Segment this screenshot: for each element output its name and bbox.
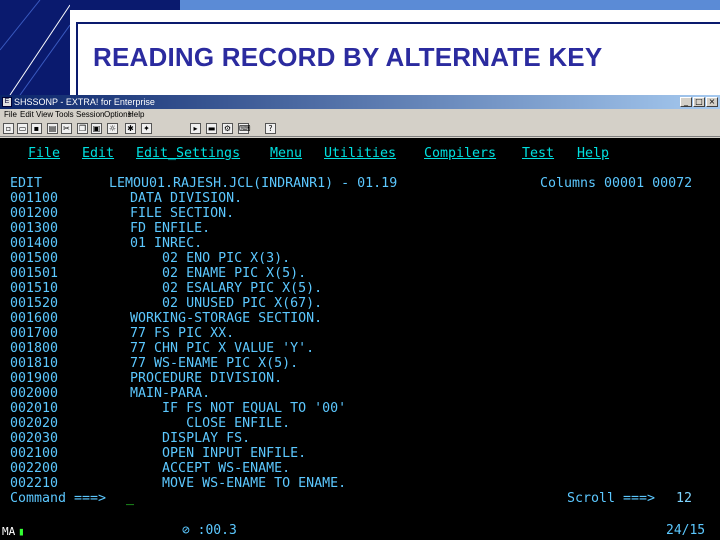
window-menubar: File Edit View Tools Session Options Hel… [0, 109, 720, 121]
menu-edit[interactable]: Edit [20, 109, 34, 121]
slide-header: READING RECORD BY ALTERNATE KEY [0, 0, 720, 95]
code-line-text[interactable]: MOVE WS-ENAME TO ENAME. [90, 476, 346, 491]
terminal-screen[interactable]: File Edit Edit_Settings Menu Utilities C… [0, 138, 720, 523]
line-number[interactable]: 001600 [10, 311, 58, 326]
code-line-text[interactable]: 02 ENAME PIC X(5). [90, 266, 306, 281]
menu-file[interactable]: File [4, 109, 17, 121]
line-number[interactable]: 002210 [10, 476, 58, 491]
ispf-menu-file[interactable]: File [28, 146, 60, 161]
line-number[interactable]: 002100 [10, 446, 58, 461]
line-number[interactable]: 001400 [10, 236, 58, 251]
code-line-text[interactable]: PROCEDURE DIVISION. [90, 371, 282, 386]
code-line-text[interactable]: 02 UNUSED PIC X(67). [90, 296, 322, 311]
line-number[interactable]: 001520 [10, 296, 58, 311]
settings-icon[interactable]: ⚙ [222, 123, 233, 134]
terminal-window: E SHSSONP - EXTRA! for Enterprise _ □ × … [0, 95, 720, 540]
record-icon[interactable]: ✱ [125, 123, 136, 134]
command-input[interactable]: _ [126, 491, 134, 506]
menu-session[interactable]: Session [76, 109, 104, 121]
line-number[interactable]: 001100 [10, 191, 58, 206]
code-line-text[interactable]: OPEN INPUT ENFILE. [90, 446, 306, 461]
scroll-label: Scroll ===> [567, 491, 656, 506]
code-line-text[interactable]: CLOSE ENFILE. [90, 416, 290, 431]
corner-lines [0, 0, 70, 95]
line-number[interactable]: 002200 [10, 461, 58, 476]
window-toolbar: ▫ ▭ ▪ ▤ ✂ ❐ ▣ ☼ ✱ ✦ ▸ ▬ ⚙ ⌨ ? [0, 121, 720, 137]
code-line-text[interactable]: 77 CHN PIC X VALUE 'Y'. [90, 341, 314, 356]
ispf-menu-help[interactable]: Help [577, 146, 609, 161]
line-number[interactable]: 001300 [10, 221, 58, 236]
window-title: SHSSONP - EXTRA! for Enterprise [14, 97, 155, 107]
ispf-menu-edit-settings[interactable]: Edit_Settings [136, 146, 240, 161]
line-number[interactable]: 002020 [10, 416, 58, 431]
line-number[interactable]: 002030 [10, 431, 58, 446]
code-line-text[interactable]: 02 ENO PIC X(3). [90, 251, 290, 266]
code-line-text[interactable]: IF FS NOT EQUAL TO '00' [90, 401, 346, 416]
play-icon[interactable]: ▸ [190, 123, 201, 134]
menu-view[interactable]: View [36, 109, 53, 121]
tools-icon[interactable]: ▬ [206, 123, 217, 134]
minimize-button[interactable]: _ [680, 97, 692, 107]
code-line-text[interactable]: 02 ESALARY PIC X(5). [90, 281, 322, 296]
ispf-menu-compilers[interactable]: Compilers [424, 146, 496, 161]
macro-icon[interactable]: ☼ [107, 123, 118, 134]
slide-title: READING RECORD BY ALTERNATE KEY [93, 42, 603, 72]
ispf-menu-test[interactable]: Test [522, 146, 554, 161]
ispf-menu-edit[interactable]: Edit [82, 146, 114, 161]
help-icon[interactable]: ? [265, 123, 276, 134]
print-icon[interactable]: ▤ [47, 123, 58, 134]
code-line-text[interactable]: 01 INREC. [90, 236, 202, 251]
line-number[interactable]: 001500 [10, 251, 58, 266]
menu-tools[interactable]: Tools [55, 109, 74, 121]
new-icon[interactable]: ▫ [3, 123, 14, 134]
window-titlebar[interactable]: E SHSSONP - EXTRA! for Enterprise _ □ × [0, 95, 720, 109]
stop-icon[interactable]: ✦ [141, 123, 152, 134]
line-number[interactable]: 002000 [10, 386, 58, 401]
header-strip-light [180, 0, 720, 10]
terminal-statusbar: MA ▮ ⊘ :00.3 24/15 [0, 523, 720, 540]
code-line-text[interactable]: FD ENFILE. [90, 221, 210, 236]
status-timer: ⊘ :00.3 [182, 523, 237, 538]
menu-help[interactable]: Help [128, 109, 144, 121]
dataset-name: LEMOU01.RAJESH.JCL(INDRANR1) - 01.19 [109, 176, 398, 191]
code-line-text[interactable]: DISPLAY FS. [90, 431, 250, 446]
edit-mode-label: EDIT [10, 176, 43, 191]
line-number[interactable]: 001200 [10, 206, 58, 221]
code-line-text[interactable]: DATA DIVISION. [90, 191, 242, 206]
line-number[interactable]: 001510 [10, 281, 58, 296]
code-line-text[interactable]: FILE SECTION. [90, 206, 234, 221]
columns-indicator: Columns 00001 00072 [540, 176, 693, 191]
code-line-text[interactable]: 77 WS-ENAME PIC X(5). [90, 356, 298, 371]
status-indicator: ▮ [18, 525, 25, 538]
close-button[interactable]: × [706, 97, 718, 107]
paste-icon[interactable]: ▣ [91, 123, 102, 134]
status-left: MA [2, 525, 16, 538]
cursor-position: 24/15 [666, 523, 706, 538]
ispf-menu-menu[interactable]: Menu [270, 146, 302, 161]
maximize-button[interactable]: □ [693, 97, 705, 107]
ispf-menu-utilities[interactable]: Utilities [324, 146, 396, 161]
code-line-text[interactable]: MAIN-PARA. [90, 386, 210, 401]
line-number[interactable]: 001900 [10, 371, 58, 386]
code-line-text[interactable]: ACCEPT WS-ENAME. [90, 461, 290, 476]
line-number[interactable]: 001800 [10, 341, 58, 356]
keyboard-icon[interactable]: ⌨ [238, 123, 251, 134]
scroll-amount-input[interactable]: 12 [676, 491, 692, 506]
code-line-text[interactable]: WORKING-STORAGE SECTION. [90, 311, 322, 326]
app-icon[interactable]: E [2, 97, 12, 107]
cut-icon[interactable]: ✂ [61, 123, 72, 134]
line-number[interactable]: 001810 [10, 356, 58, 371]
line-number[interactable]: 001700 [10, 326, 58, 341]
line-number[interactable]: 002010 [10, 401, 58, 416]
open-icon[interactable]: ▭ [17, 123, 28, 134]
code-line-text[interactable]: 77 FS PIC XX. [90, 326, 234, 341]
command-label: Command ===> [10, 491, 107, 506]
save-icon[interactable]: ▪ [31, 123, 42, 134]
line-number[interactable]: 001501 [10, 266, 58, 281]
copy-icon[interactable]: ❐ [77, 123, 88, 134]
